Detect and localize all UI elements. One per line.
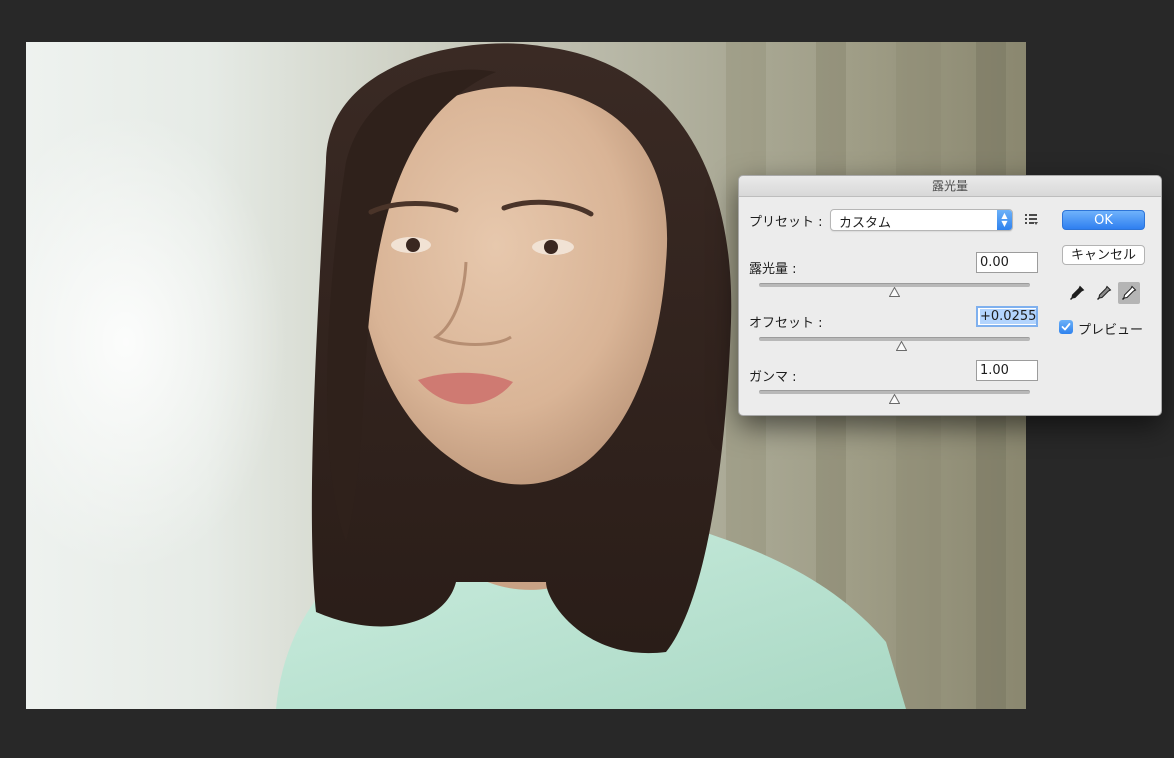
cancel-button[interactable]: キャンセル xyxy=(1062,245,1145,265)
exposure-input[interactable] xyxy=(976,252,1038,273)
preview-label: プレビュー xyxy=(1078,323,1144,338)
gamma-label: ガンマ : xyxy=(749,370,797,385)
dialog-titlebar[interactable]: 露光量 xyxy=(739,176,1161,197)
exposure-slider-thumb[interactable] xyxy=(889,287,900,297)
exposure-dialog: 露光量 プリセット : カスタム ▲▼ 露光量 : オフセット : +0.025… xyxy=(738,175,1162,416)
exposure-label: 露光量 : xyxy=(749,262,797,277)
gamma-input[interactable] xyxy=(976,360,1038,381)
white-point-eyedropper-icon[interactable] xyxy=(1118,282,1140,304)
preset-select-value: カスタム xyxy=(839,216,892,231)
offset-slider-track[interactable] xyxy=(759,337,1030,341)
ok-button[interactable]: OK xyxy=(1062,210,1145,230)
offset-input-value: +0.0255 xyxy=(980,309,1037,324)
offset-input[interactable]: +0.0255 xyxy=(976,306,1038,327)
checkmark-icon xyxy=(1061,323,1071,331)
select-arrows-icon: ▲ ▼ xyxy=(997,210,1012,230)
preset-select[interactable]: カスタム ▲ ▼ xyxy=(830,209,1013,231)
gray-point-eyedropper-icon[interactable] xyxy=(1093,282,1115,304)
dialog-title: 露光量 xyxy=(931,179,968,193)
black-point-eyedropper-icon[interactable] xyxy=(1066,282,1088,304)
offset-slider-thumb[interactable] xyxy=(895,341,907,351)
offset-label: オフセット : xyxy=(749,316,823,331)
preset-label: プリセット : xyxy=(749,215,823,230)
preset-options-icon[interactable] xyxy=(1024,212,1038,226)
gamma-slider-thumb[interactable] xyxy=(889,394,900,404)
preview-checkbox[interactable] xyxy=(1059,320,1073,334)
